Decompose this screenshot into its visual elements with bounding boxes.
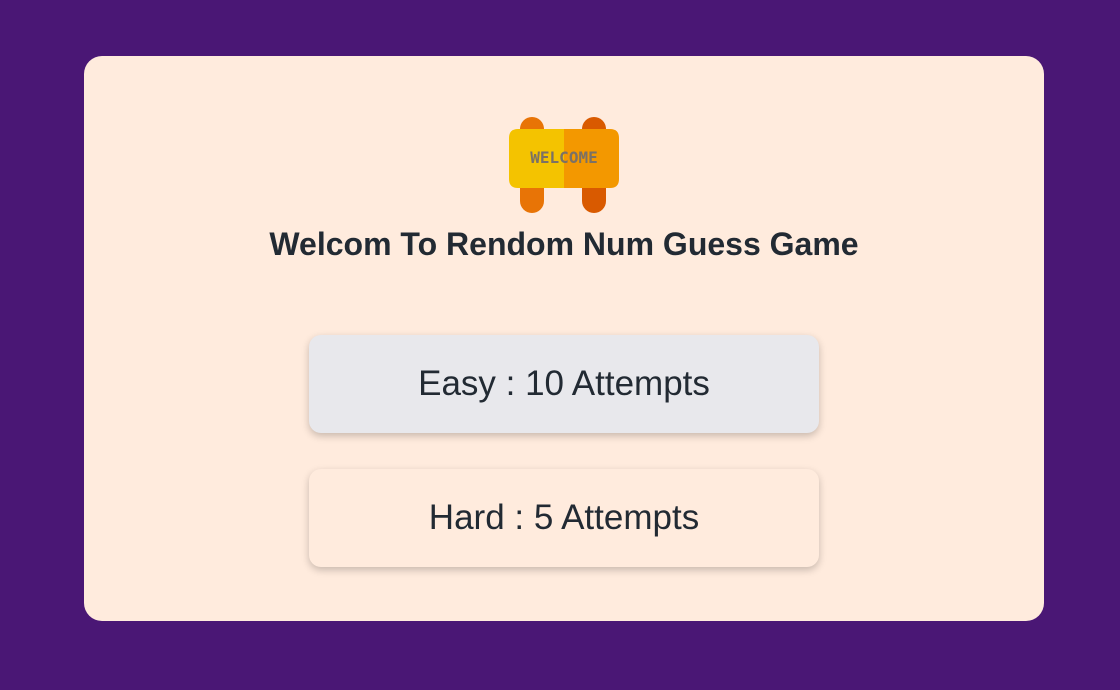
welcome-sign-text: WELCOME (530, 148, 597, 167)
easy-mode-button[interactable]: Easy : 10 Attempts (309, 335, 819, 433)
hard-mode-button[interactable]: Hard : 5 Attempts (309, 469, 819, 567)
welcome-sign-icon: WELCOME (509, 117, 619, 213)
page-title: Welcom To Rendom Num Guess Game (269, 226, 859, 262)
game-start-card: WELCOME Welcom To Rendom Num Guess Game … (84, 56, 1044, 621)
